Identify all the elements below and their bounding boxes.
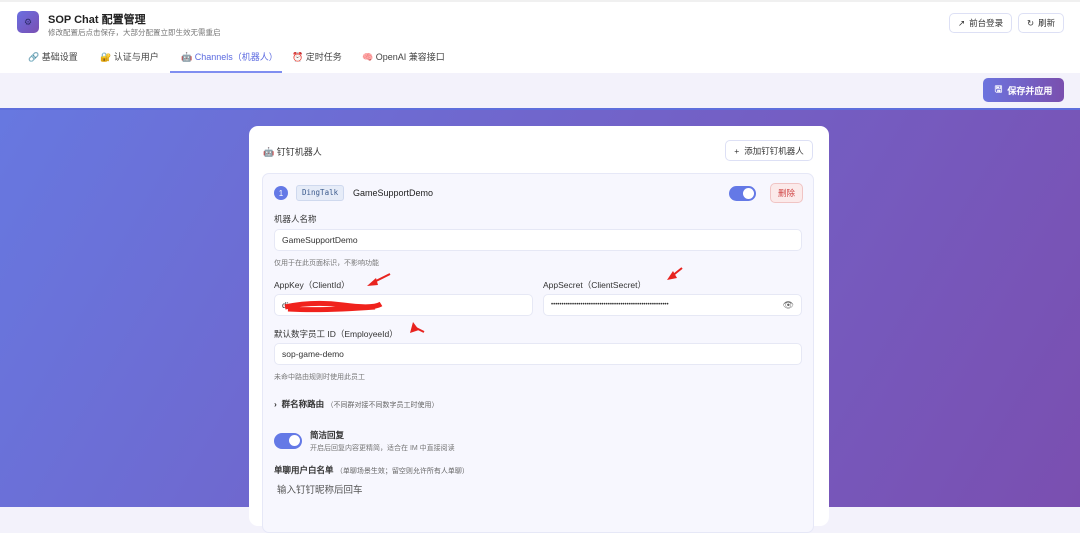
eye-icon[interactable]: 👁 [783, 300, 794, 311]
concise-reply-desc: 开启后回复内容更精简，适合在 IM 中直接阅读 [310, 445, 455, 452]
tab-label: 认证与用户 [113, 52, 159, 62]
bot-enabled-toggle[interactable] [729, 186, 756, 201]
annotation-arrow [667, 267, 683, 280]
frontend-login-label: 前台登录 [969, 18, 1004, 28]
tab-label: 定时任务 [305, 52, 342, 62]
bot-name-input[interactable]: GameSupportDemo [274, 229, 802, 251]
add-label: 添加钉钉机器人 [744, 145, 804, 156]
bot-config-panel: 1 DingTalk GameSupportDemo 删除 机器人名称 Game… [262, 173, 814, 533]
employee-id-label: 默认数字员工 ID（EmployeeId） [274, 329, 398, 339]
gear-icon: ⚙ [17, 11, 39, 33]
tab-basic-settings[interactable]: 🔗 基础设置 [28, 42, 78, 73]
page-title: SOP Chat 配置管理 [48, 14, 146, 26]
frontend-login-button[interactable]: ↗ 前台登录 [949, 13, 1013, 33]
external-link-icon: ↗ [958, 17, 966, 28]
tab-label: Channels（机器人） [194, 52, 278, 62]
whitelist-label-text: 单聊用户白名单 [274, 465, 334, 475]
annotation-arrow [410, 322, 425, 333]
brain-icon: 🧠 [362, 52, 374, 62]
platform-tag: DingTalk [296, 185, 345, 201]
whitelist-label: 单聊用户白名单 （单聊场景生效；留空则允许所有人单聊） [274, 464, 469, 476]
whitelist-note: （单聊场景生效；留空则允许所有人单聊） [335, 468, 469, 475]
section-title: 🤖 钉钉机器人 [263, 145, 322, 158]
add-dingtalk-bot-button[interactable]: + 添加钉钉机器人 [725, 140, 813, 161]
tab-label: OpenAI 兼容接口 [375, 52, 445, 62]
robot-icon: 🤖 [181, 52, 193, 62]
app-header: ⚙ SOP Chat 配置管理 修改配置后点击保存，大部分配置立即生效无需重启 … [0, 0, 1080, 42]
whitelist-input[interactable]: 输入钉钉昵称后回车 [277, 482, 363, 496]
chevron-right-icon: › [274, 399, 277, 409]
concise-reply-label: 简洁回复 [310, 430, 345, 440]
appkey-input[interactable]: ding [274, 294, 533, 316]
page-subtitle: 修改配置后点击保存，大部分配置立即生效无需重启 [48, 28, 221, 37]
save-label: 保存并应用 [1007, 85, 1053, 96]
robot-icon: 🤖 [263, 147, 275, 157]
refresh-icon: ↻ [1027, 17, 1035, 28]
concise-reply-toggle[interactable] [274, 433, 302, 449]
bot-name-label: 机器人名称 [274, 214, 317, 224]
tab-bar: 🔗 基础设置 🔐 认证与用户 🤖 Channels（机器人） ⏰ 定时任务 🧠 … [0, 42, 1080, 73]
refresh-label: 刷新 [1038, 18, 1056, 28]
redaction-scribble [284, 300, 383, 313]
save-apply-button[interactable]: 🖫 保存并应用 [983, 78, 1064, 102]
bot-name-hint: 仅用于在此页面标识，不影响功能 [274, 260, 379, 267]
alarm-clock-icon: ⏰ [292, 52, 304, 62]
dingtalk-section-card: 🤖 钉钉机器人 + 添加钉钉机器人 1 DingTalk GameSupportD… [249, 126, 829, 533]
save-icon: 🖫 [994, 84, 1003, 94]
section-title-text: 钉钉机器人 [276, 147, 322, 157]
employee-id-input[interactable]: sop-game-demo [274, 343, 802, 365]
appsecret-label: AppSecret（ClientSecret） [543, 280, 646, 290]
appsecret-input[interactable]: ••••••••••••••••••••••••••••••••••••••••… [543, 294, 802, 316]
tab-scheduled-tasks[interactable]: ⏰ 定时任务 [292, 42, 342, 73]
bot-name-heading: GameSupportDemo [353, 188, 434, 198]
plus-icon: + [734, 145, 740, 156]
appsecret-value: ••••••••••••••••••••••••••••••••••••••••… [551, 302, 669, 308]
appkey-label: AppKey（ClientId） [274, 280, 350, 290]
lock-icon: 🔐 [100, 52, 112, 62]
bot-index-badge: 1 [274, 186, 288, 200]
toolbar [0, 73, 1080, 108]
refresh-button[interactable]: ↻ 刷新 [1018, 13, 1065, 33]
group-route-toggle[interactable]: › 群名称路由 （不同群对接不同数字员工时使用） [274, 398, 438, 410]
tab-auth-users[interactable]: 🔐 认证与用户 [100, 42, 159, 73]
delete-bot-button[interactable]: 删除 [770, 183, 803, 203]
annotation-arrow [367, 273, 391, 286]
group-route-note: （不同群对接不同数字员工时使用） [326, 402, 439, 409]
group-route-label: 群名称路由 [281, 399, 325, 409]
employee-id-hint: 未命中路由规则时使用此员工 [274, 374, 365, 381]
link-icon: 🔗 [28, 52, 40, 62]
tab-channels[interactable]: 🤖 Channels（机器人） [170, 42, 282, 73]
tab-label: 基础设置 [41, 52, 78, 62]
tab-openai-api[interactable]: 🧠 OpenAI 兼容接口 [362, 42, 445, 73]
